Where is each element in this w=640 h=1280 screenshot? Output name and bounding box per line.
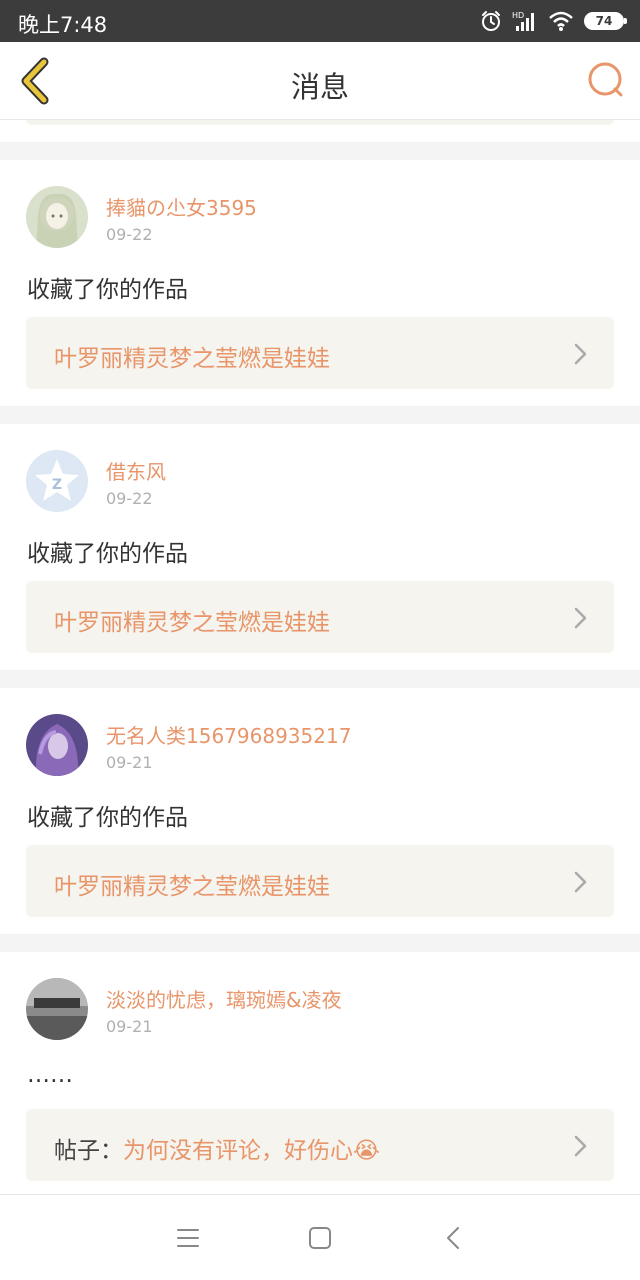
user-avatar[interactable]: [26, 186, 88, 248]
work-link[interactable]: 叶罗丽精灵梦之莹燃是娃娃: [26, 845, 614, 917]
work-title: 叶罗丽精灵梦之莹燃是娃娃: [54, 610, 330, 636]
post-link[interactable]: 帖子：为何没有评论，好伤心😭: [26, 1109, 614, 1181]
message-card: 无名人类1567968935217 09-21 收藏了你的作品 叶罗丽精灵梦之莹…: [0, 688, 640, 934]
default-star-avatar-icon: Z: [26, 450, 88, 512]
action-text: 收藏了你的作品: [27, 277, 188, 303]
user-avatar[interactable]: [26, 714, 88, 776]
work-title: 叶罗丽精灵梦之莹燃是娃娃: [54, 346, 330, 372]
message-date: 09-21: [106, 1017, 153, 1036]
status-bar: 晚上7:48 HD 74: [0, 0, 640, 42]
battery-indicator: 74: [584, 12, 627, 30]
anime-girl-avatar-icon: [26, 186, 88, 248]
signal-icon: HD: [512, 11, 534, 31]
work-link[interactable]: 叶罗丽精灵梦之莹燃是娃娃: [26, 581, 614, 653]
post-prefix: 帖子：: [54, 1138, 123, 1164]
action-text: 收藏了你的作品: [27, 805, 188, 831]
chevron-right-icon: [574, 343, 587, 365]
user-avatar[interactable]: [26, 978, 88, 1040]
user-name[interactable]: 淡淡的忧虑，璃琬嫣&凌夜: [106, 984, 342, 1013]
alarm-icon: [482, 11, 500, 31]
action-text: 收藏了你的作品: [27, 541, 188, 567]
previous-card-remnant: [0, 120, 640, 142]
back-icon[interactable]: [437, 1221, 471, 1255]
user-name[interactable]: 无名人类1567968935217: [106, 720, 351, 749]
post-title: 帖子：为何没有评论，好伤心😭: [54, 1131, 380, 1165]
user-name[interactable]: 捧貓の尐女3595: [106, 192, 257, 221]
status-icons: HD 74: [480, 8, 627, 34]
work-link[interactable]: 叶罗丽精灵梦之莹燃是娃娃: [26, 317, 614, 389]
network-label: HD: [512, 11, 524, 20]
message-card: 捧貓の尐女3595 09-22 收藏了你的作品 叶罗丽精灵梦之莹燃是娃娃: [0, 160, 640, 406]
message-date: 09-22: [106, 225, 153, 244]
search-icon[interactable]: [586, 60, 626, 100]
work-title: 叶罗丽精灵梦之莹燃是娃娃: [54, 874, 330, 900]
action-text: ……: [27, 1062, 73, 1088]
system-nav-bar: [0, 1194, 640, 1280]
grey-photo-avatar-icon: [26, 978, 88, 1040]
message-date: 09-22: [106, 489, 153, 508]
battery-level: 74: [595, 14, 613, 28]
chevron-right-icon: [574, 871, 587, 893]
svg-text:Z: Z: [52, 477, 62, 493]
wifi-icon: [549, 11, 573, 31]
user-name[interactable]: 借东风: [106, 456, 166, 485]
menu-icon[interactable]: [171, 1221, 205, 1255]
message-list[interactable]: 捧貓の尐女3595 09-22 收藏了你的作品 叶罗丽精灵梦之莹燃是娃娃 Z 借…: [0, 120, 640, 1194]
user-avatar[interactable]: Z: [26, 450, 88, 512]
status-time: 晚上7:48: [18, 13, 108, 37]
page-title: 消息: [290, 70, 349, 104]
message-card: 淡淡的忧虑，璃琬嫣&凌夜 09-21 …… 帖子：为何没有评论，好伤心😭: [0, 952, 640, 1194]
message-card: Z 借东风 09-22 收藏了你的作品 叶罗丽精灵梦之莹燃是娃娃: [0, 424, 640, 670]
chevron-right-icon: [574, 1135, 587, 1157]
chevron-right-icon: [574, 607, 587, 629]
post-title-text: 为何没有评论，好伤心😭: [123, 1138, 380, 1164]
message-date: 09-21: [106, 753, 153, 772]
purple-girl-avatar-icon: [26, 714, 88, 776]
home-icon[interactable]: [303, 1221, 337, 1255]
app-header: 消息: [0, 42, 640, 120]
